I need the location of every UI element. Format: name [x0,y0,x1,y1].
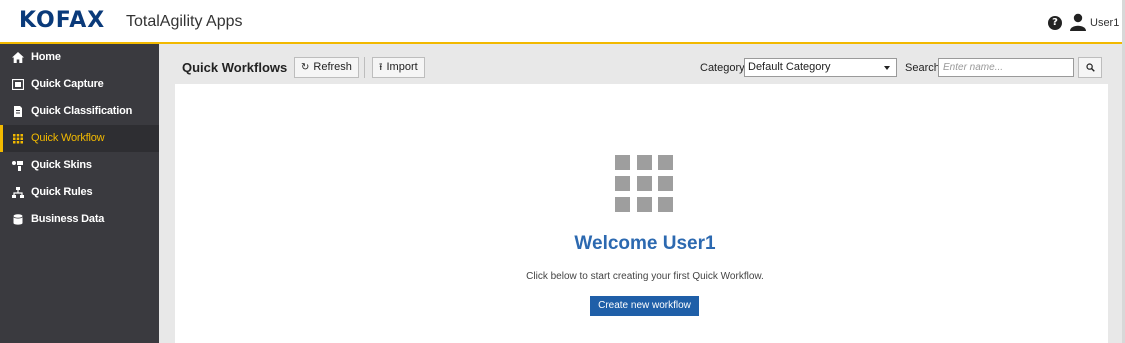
refresh-button[interactable]: ↻ Refresh [294,57,359,78]
capture-icon [12,79,24,90]
search-icon [1086,63,1095,72]
chevron-down-icon [884,66,890,70]
app-title: TotalAgility Apps [126,13,243,30]
upload-icon: ⭱ [379,62,383,73]
search-label: Search [905,62,940,74]
question-circle-icon[interactable]: ? [1048,16,1062,30]
sidebar-item-business-data[interactable]: Business Data [0,206,159,233]
sidebar: Home Quick Capture Quick Classification … [0,44,159,343]
workflow-grid-icon [615,155,675,215]
sidebar-item-label: Quick Classification [31,105,133,117]
sidebar-item-quick-capture[interactable]: Quick Capture [0,71,159,98]
user-name[interactable]: User1 [1090,17,1119,29]
sidebar-item-label: Business Data [31,213,105,225]
search-button[interactable] [1078,57,1102,78]
category-label: Category [700,62,745,74]
document-icon [14,106,22,117]
create-new-workflow-button[interactable]: Create new workflow [590,296,699,316]
search-input[interactable] [938,58,1074,77]
welcome-heading: Welcome User1 [574,233,716,254]
page-title: Quick Workflows [182,60,288,75]
refresh-icon: ↻ [301,62,310,73]
welcome-subtext: Click below to start creating your first… [526,271,764,282]
category-select[interactable]: Default Category [744,58,897,77]
sidebar-item-quick-classification[interactable]: Quick Classification [0,98,159,125]
skins-icon [12,161,23,171]
import-button[interactable]: ⭱ Import [372,57,425,78]
sidebar-item-home[interactable]: Home [0,44,159,71]
database-icon [13,214,23,225]
sidebar-item-label: Quick Rules [31,186,93,198]
sidebar-item-label: Quick Workflow [31,132,105,144]
sidebar-item-quick-workflow[interactable]: Quick Workflow [0,125,159,152]
sidebar-item-label: Quick Skins [31,159,92,171]
app-header: KOFAX TotalAgility Apps ? User1 [0,0,1125,44]
refresh-label: Refresh [313,61,352,73]
category-value: Default Category [748,61,831,73]
toolbar-divider [364,57,365,78]
user-icon[interactable] [1070,13,1086,31]
home-icon [12,52,24,63]
sidebar-item-label: Home [31,51,61,63]
brand-logo[interactable]: KOFAX [19,8,105,33]
grid-icon [13,134,23,144]
sidebar-item-quick-skins[interactable]: Quick Skins [0,152,159,179]
import-label: Import [386,61,418,73]
rules-icon [12,187,24,198]
sidebar-item-quick-rules[interactable]: Quick Rules [0,179,159,206]
sidebar-item-label: Quick Capture [31,78,104,90]
